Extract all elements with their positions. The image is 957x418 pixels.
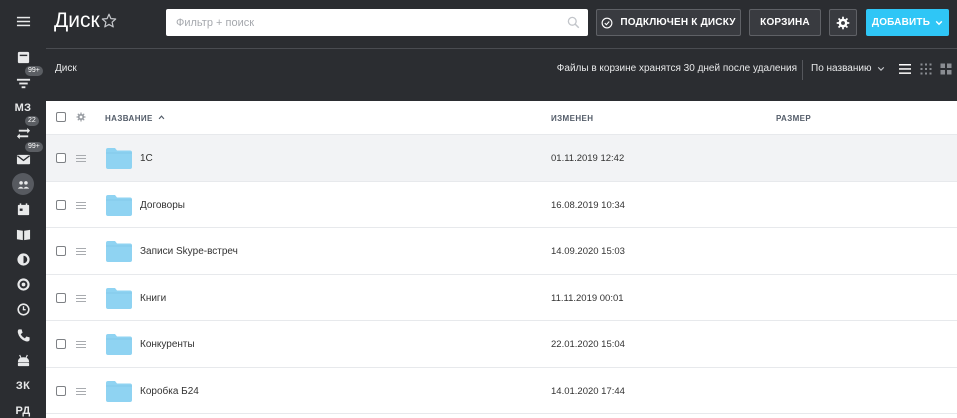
check-circle-icon	[601, 17, 613, 28]
drag-handle-icon[interactable]	[76, 248, 86, 255]
trash-button[interactable]: КОРЗИНА	[749, 9, 821, 36]
toolbar: Диск Файлы в корзине хранятся 30 дней по…	[46, 48, 957, 89]
rail-item-rd[interactable]: РД	[0, 400, 46, 418]
search-icon[interactable]	[567, 16, 580, 29]
sort-label: По названию	[811, 63, 872, 74]
drag-handle-icon[interactable]	[76, 155, 86, 162]
phone-icon[interactable]	[0, 324, 46, 346]
sort-asc-icon	[159, 115, 165, 120]
drag-handle-icon[interactable]	[76, 294, 86, 302]
row-checkbox[interactable]	[56, 292, 66, 303]
gear-icon	[836, 16, 850, 29]
column-header-modified[interactable]: ИЗМЕНЕН	[551, 114, 593, 123]
connect-disk-button[interactable]: ПОДКЛЮЧЕН К ДИСКУ	[596, 9, 741, 36]
drag-handle-icon[interactable]	[76, 201, 86, 209]
drag-handle-icon[interactable]	[76, 341, 86, 348]
connect-disk-label: ПОДКЛЮЧЕН К ДИСКУ	[620, 17, 736, 28]
crm-icon[interactable]	[0, 248, 46, 270]
row-checkbox[interactable]	[56, 339, 66, 349]
select-all-checkbox[interactable]	[56, 112, 66, 122]
folder-icon[interactable]	[106, 148, 132, 169]
file-name[interactable]: Записи Skype-встреч	[140, 246, 238, 257]
column-header-size[interactable]: РАЗМЕР	[776, 114, 811, 123]
drag-handle-icon[interactable]	[76, 387, 86, 395]
mail-icon[interactable]: 99+	[0, 142, 46, 170]
page-title: Диск	[54, 9, 100, 32]
folder-icon[interactable]	[106, 287, 132, 309]
target-icon[interactable]	[0, 273, 46, 295]
tiles-view-icon[interactable]	[939, 62, 953, 76]
chevron-down-icon	[878, 66, 885, 71]
files-table: НАЗВАНИЕ ИЗМЕНЕН РАЗМЕР 1С 01.11.2019 12…	[46, 101, 957, 418]
table-row[interactable]: Договоры 16.08.2019 10:34	[46, 182, 957, 228]
sort-dropdown[interactable]: По названию	[811, 63, 885, 74]
file-name[interactable]: Договоры	[140, 200, 185, 211]
folder-icon[interactable]	[106, 334, 132, 355]
gear-icon[interactable]	[76, 112, 86, 122]
modified-date: 11.11.2019 00:01	[551, 292, 624, 304]
rail-item-mz[interactable]: МЗ	[0, 97, 46, 119]
filter-badge: 99+	[25, 66, 43, 76]
robot-icon[interactable]	[0, 349, 46, 371]
breadcrumb[interactable]: Диск	[55, 63, 77, 74]
trash-retention-note: Файлы в корзине хранятся 30 дней после у…	[556, 63, 797, 74]
toolbar-divider	[802, 60, 803, 80]
page-header: Диск ПОДКЛЮЧЕН К ДИСКУ КОРЗИНА	[46, 0, 957, 48]
folder-icon[interactable]	[106, 380, 132, 402]
modified-date: 16.08.2019 10:34	[551, 199, 625, 211]
file-name[interactable]: Конкуренты	[140, 339, 195, 350]
row-checkbox[interactable]	[56, 199, 66, 210]
file-name[interactable]: Книги	[140, 293, 166, 304]
row-checkbox[interactable]	[56, 246, 66, 256]
table-row[interactable]: Книги 11.11.2019 00:01	[46, 275, 957, 321]
file-name[interactable]: 1С	[140, 153, 153, 164]
search-box[interactable]	[166, 9, 588, 36]
clock-icon[interactable]	[0, 298, 46, 320]
rail-item-zk[interactable]: ЗК	[0, 375, 46, 397]
sync-icon[interactable]: 22	[0, 116, 46, 144]
modified-date: 14.09.2020 15:03	[551, 246, 625, 257]
knowledge-base-icon[interactable]	[0, 223, 46, 245]
filter-icon[interactable]: 99+	[0, 66, 46, 94]
group-icon[interactable]	[0, 173, 46, 195]
feed-icon[interactable]	[0, 46, 46, 68]
modified-date: 01.11.2019 12:42	[551, 153, 625, 164]
chevron-down-icon	[935, 20, 943, 25]
search-input[interactable]	[176, 16, 556, 29]
settings-button[interactable]	[829, 9, 857, 36]
modified-date: 22.01.2020 15:04	[551, 339, 625, 350]
folder-icon[interactable]	[106, 194, 132, 216]
list-view-icon[interactable]	[898, 62, 912, 76]
sync-badge: 22	[25, 116, 39, 126]
left-nav-rail: 99+ МЗ 22 99+ ЗК РД	[0, 0, 46, 418]
file-name[interactable]: Коробка Б24	[140, 386, 199, 397]
folder-icon[interactable]	[106, 241, 132, 262]
modified-date: 14.01.2020 17:44	[551, 385, 625, 397]
table-row[interactable]: 1С 01.11.2019 12:42	[46, 135, 957, 182]
trash-label: КОРЗИНА	[760, 17, 810, 28]
menu-icon[interactable]	[0, 10, 46, 32]
row-checkbox[interactable]	[56, 385, 66, 396]
table-row[interactable]: Конкуренты 22.01.2020 15:04	[46, 321, 957, 368]
add-label: ДОБАВИТЬ	[871, 17, 931, 28]
column-header-name[interactable]: НАЗВАНИЕ	[105, 114, 165, 123]
table-header: НАЗВАНИЕ ИЗМЕНЕН РАЗМЕР	[46, 101, 957, 135]
mail-badge: 99+	[25, 142, 43, 152]
row-checkbox[interactable]	[56, 153, 66, 163]
table-row[interactable]: Записи Skype-встреч 14.09.2020 15:03	[46, 228, 957, 275]
table-row[interactable]: Коробка Б24 14.01.2020 17:44	[46, 368, 957, 414]
star-icon[interactable]	[101, 13, 117, 29]
calendar-icon[interactable]	[0, 198, 46, 220]
add-button[interactable]: ДОБАВИТЬ	[866, 9, 949, 36]
grid-view-icon[interactable]	[919, 62, 933, 76]
